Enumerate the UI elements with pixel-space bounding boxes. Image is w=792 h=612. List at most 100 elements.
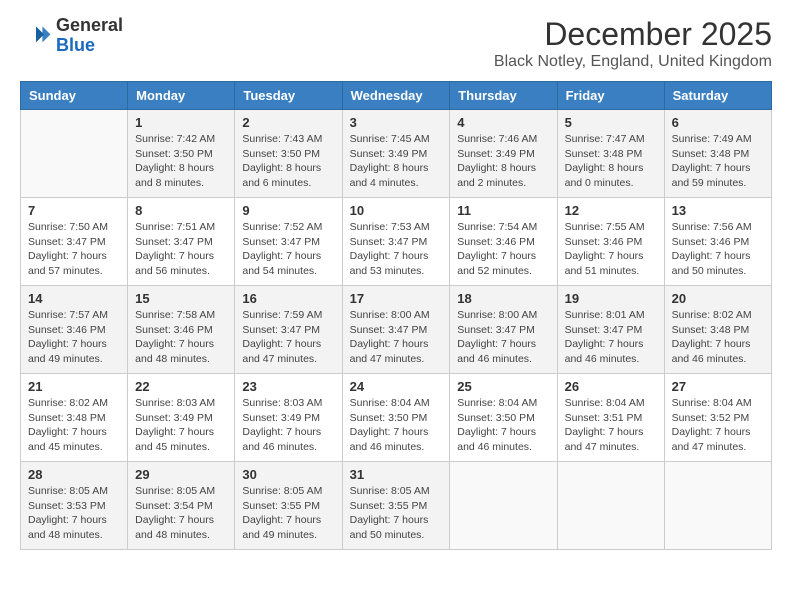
day-number: 14 — [28, 291, 120, 306]
calendar-cell: 27 Sunrise: 8:04 AMSunset: 3:52 PMDayligh… — [664, 374, 771, 462]
cell-info: Sunrise: 8:04 AMSunset: 3:51 PMDaylight:… — [565, 396, 657, 455]
cell-info: Sunrise: 8:00 AMSunset: 3:47 PMDaylight:… — [457, 308, 549, 367]
day-number: 25 — [457, 379, 549, 394]
cell-info: Sunrise: 8:05 AMSunset: 3:53 PMDaylight:… — [28, 484, 120, 543]
calendar-cell — [664, 462, 771, 550]
day-number: 17 — [350, 291, 443, 306]
cell-info: Sunrise: 7:52 AMSunset: 3:47 PMDaylight:… — [242, 220, 334, 279]
day-number: 15 — [135, 291, 227, 306]
cell-info: Sunrise: 8:05 AMSunset: 3:54 PMDaylight:… — [135, 484, 227, 543]
calendar-cell: 18 Sunrise: 8:00 AMSunset: 3:47 PMDayligh… — [450, 286, 557, 374]
cell-info: Sunrise: 7:57 AMSunset: 3:46 PMDaylight:… — [28, 308, 120, 367]
logo-text: General Blue — [56, 16, 123, 56]
day-number: 8 — [135, 203, 227, 218]
calendar-cell: 1 Sunrise: 7:42 AMSunset: 3:50 PMDaylight… — [128, 110, 235, 198]
calendar-cell: 20Sunrise: 8:02 AMSunset: 3:48 PMDayligh… — [664, 286, 771, 374]
calendar-cell: 29Sunrise: 8:05 AMSunset: 3:54 PMDayligh… — [128, 462, 235, 550]
logo-general: General — [56, 15, 123, 35]
calendar-cell — [450, 462, 557, 550]
calendar-cell: 15 Sunrise: 7:58 AMSunset: 3:46 PMDayligh… — [128, 286, 235, 374]
cell-info: Sunrise: 8:03 AMSunset: 3:49 PMDaylight:… — [135, 396, 227, 455]
cell-info: Sunrise: 8:04 AMSunset: 3:50 PMDaylight:… — [457, 396, 549, 455]
calendar-cell: 2 Sunrise: 7:43 AMSunset: 3:50 PMDaylight… — [235, 110, 342, 198]
day-number: 22 — [135, 379, 227, 394]
calendar-cell: 31Sunrise: 8:05 AMSunset: 3:55 PMDayligh… — [342, 462, 450, 550]
day-number: 19 — [565, 291, 657, 306]
logo-blue: Blue — [56, 35, 95, 55]
day-number: 23 — [242, 379, 334, 394]
calendar-col-header: Sunday — [21, 82, 128, 110]
cell-info: Sunrise: 7:49 AMSunset: 3:48 PMDaylight:… — [672, 132, 764, 191]
calendar-cell: 26 Sunrise: 8:04 AMSunset: 3:51 PMDayligh… — [557, 374, 664, 462]
cell-info: Sunrise: 8:05 AMSunset: 3:55 PMDaylight:… — [350, 484, 443, 543]
cell-info: Sunrise: 7:42 AMSunset: 3:50 PMDaylight:… — [135, 132, 227, 191]
cell-info: Sunrise: 7:56 AMSunset: 3:46 PMDaylight:… — [672, 220, 764, 279]
day-number: 18 — [457, 291, 549, 306]
calendar-cell: 30 Sunrise: 8:05 AMSunset: 3:55 PMDayligh… — [235, 462, 342, 550]
day-number: 11 — [457, 203, 549, 218]
cell-info: Sunrise: 8:03 AMSunset: 3:49 PMDaylight:… — [242, 396, 334, 455]
calendar-cell: 3 Sunrise: 7:45 AMSunset: 3:49 PMDaylight… — [342, 110, 450, 198]
day-number: 13 — [672, 203, 764, 218]
calendar-cell: 6 Sunrise: 7:49 AMSunset: 3:48 PMDaylight… — [664, 110, 771, 198]
cell-info: Sunrise: 7:53 AMSunset: 3:47 PMDaylight:… — [350, 220, 443, 279]
calendar-week-row: 7Sunrise: 7:50 AMSunset: 3:47 PMDaylight… — [21, 198, 772, 286]
calendar-cell: 13 Sunrise: 7:56 AMSunset: 3:46 PMDayligh… — [664, 198, 771, 286]
calendar-cell: 28 Sunrise: 8:05 AMSunset: 3:53 PMDayligh… — [21, 462, 128, 550]
cell-info: Sunrise: 8:05 AMSunset: 3:55 PMDaylight:… — [242, 484, 334, 543]
cell-info: Sunrise: 7:45 AMSunset: 3:49 PMDaylight:… — [350, 132, 443, 191]
day-number: 5 — [565, 115, 657, 130]
cell-info: Sunrise: 8:04 AMSunset: 3:50 PMDaylight:… — [350, 396, 443, 455]
month-year-title: December 2025 — [494, 16, 772, 53]
calendar-cell: 23 Sunrise: 8:03 AMSunset: 3:49 PMDayligh… — [235, 374, 342, 462]
calendar-cell: 16 Sunrise: 7:59 AMSunset: 3:47 PMDayligh… — [235, 286, 342, 374]
calendar-cell: 10 Sunrise: 7:53 AMSunset: 3:47 PMDayligh… — [342, 198, 450, 286]
day-number: 27 — [672, 379, 764, 394]
day-number: 1 — [135, 115, 227, 130]
calendar-cell: 11Sunrise: 7:54 AMSunset: 3:46 PMDayligh… — [450, 198, 557, 286]
calendar-cell: 7Sunrise: 7:50 AMSunset: 3:47 PMDaylight… — [21, 198, 128, 286]
cell-info: Sunrise: 7:59 AMSunset: 3:47 PMDaylight:… — [242, 308, 334, 367]
cell-info: Sunrise: 8:04 AMSunset: 3:52 PMDaylight:… — [672, 396, 764, 455]
calendar-cell: 17 Sunrise: 8:00 AMSunset: 3:47 PMDayligh… — [342, 286, 450, 374]
logo: General Blue — [20, 16, 123, 56]
cell-info: Sunrise: 8:02 AMSunset: 3:48 PMDaylight:… — [28, 396, 120, 455]
calendar-cell: 5 Sunrise: 7:47 AMSunset: 3:48 PMDaylight… — [557, 110, 664, 198]
calendar-cell: 19 Sunrise: 8:01 AMSunset: 3:47 PMDayligh… — [557, 286, 664, 374]
day-number: 28 — [28, 467, 120, 482]
day-number: 9 — [242, 203, 334, 218]
page-header: General Blue December 2025 Black Notley,… — [20, 16, 772, 71]
cell-info: Sunrise: 8:00 AMSunset: 3:47 PMDaylight:… — [350, 308, 443, 367]
calendar-col-header: Tuesday — [235, 82, 342, 110]
title-block: December 2025 Black Notley, England, Uni… — [494, 16, 772, 71]
day-number: 6 — [672, 115, 764, 130]
cell-info: Sunrise: 7:47 AMSunset: 3:48 PMDaylight:… — [565, 132, 657, 191]
calendar-col-header: Friday — [557, 82, 664, 110]
cell-info: Sunrise: 7:55 AMSunset: 3:46 PMDaylight:… — [565, 220, 657, 279]
calendar-week-row: 14 Sunrise: 7:57 AMSunset: 3:46 PMDayligh… — [21, 286, 772, 374]
cell-info: Sunrise: 7:50 AMSunset: 3:47 PMDaylight:… — [28, 220, 120, 279]
day-number: 26 — [565, 379, 657, 394]
calendar-cell: 22 Sunrise: 8:03 AMSunset: 3:49 PMDayligh… — [128, 374, 235, 462]
cell-info: Sunrise: 7:43 AMSunset: 3:50 PMDaylight:… — [242, 132, 334, 191]
day-number: 12 — [565, 203, 657, 218]
location-subtitle: Black Notley, England, United Kingdom — [494, 53, 772, 71]
cell-info: Sunrise: 7:46 AMSunset: 3:49 PMDaylight:… — [457, 132, 549, 191]
day-number: 16 — [242, 291, 334, 306]
calendar-cell: 14 Sunrise: 7:57 AMSunset: 3:46 PMDayligh… — [21, 286, 128, 374]
logo-icon — [20, 20, 52, 52]
calendar-cell — [557, 462, 664, 550]
calendar-cell: 24Sunrise: 8:04 AMSunset: 3:50 PMDayligh… — [342, 374, 450, 462]
day-number: 2 — [242, 115, 334, 130]
calendar-cell: 9 Sunrise: 7:52 AMSunset: 3:47 PMDaylight… — [235, 198, 342, 286]
calendar-cell: 12 Sunrise: 7:55 AMSunset: 3:46 PMDayligh… — [557, 198, 664, 286]
calendar-col-header: Monday — [128, 82, 235, 110]
day-number: 10 — [350, 203, 443, 218]
cell-info: Sunrise: 8:02 AMSunset: 3:48 PMDaylight:… — [672, 308, 764, 367]
cell-info: Sunrise: 8:01 AMSunset: 3:47 PMDaylight:… — [565, 308, 657, 367]
calendar-col-header: Thursday — [450, 82, 557, 110]
day-number: 3 — [350, 115, 443, 130]
cell-info: Sunrise: 7:58 AMSunset: 3:46 PMDaylight:… — [135, 308, 227, 367]
day-number: 30 — [242, 467, 334, 482]
calendar-header-row: SundayMondayTuesdayWednesdayThursdayFrid… — [21, 82, 772, 110]
